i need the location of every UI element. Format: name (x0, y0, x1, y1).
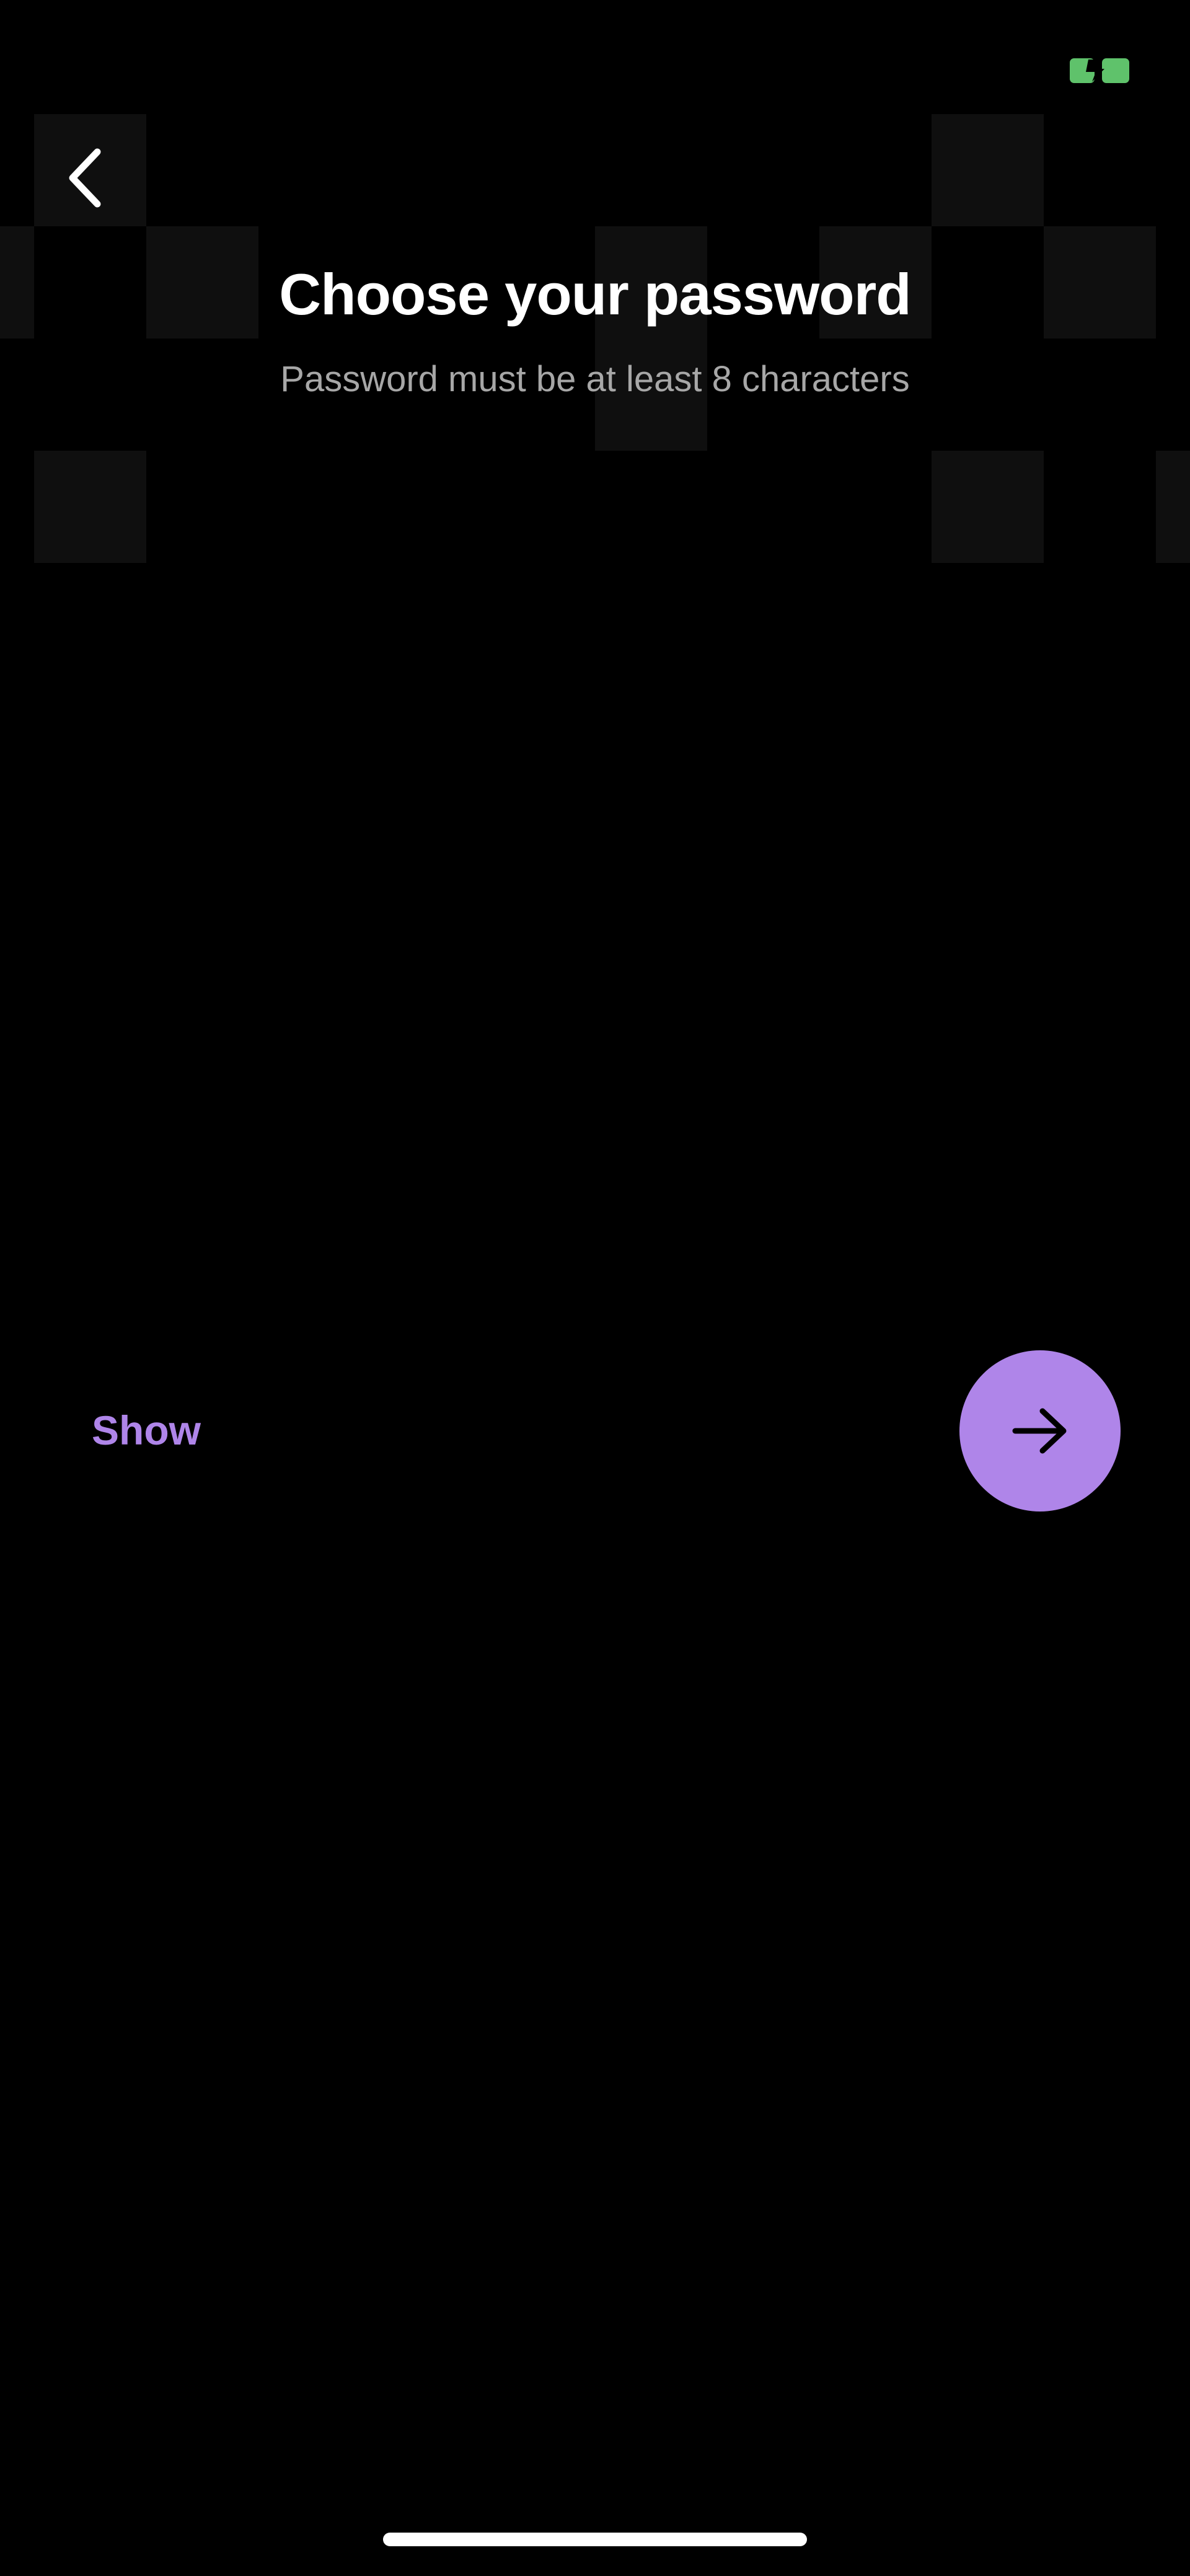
password-screen: Choose your password Password must be at… (0, 0, 1190, 2576)
home-indicator[interactable] (383, 2533, 807, 2546)
chevron-left-icon (69, 148, 101, 208)
page-title: Choose your password (279, 262, 911, 327)
back-button[interactable] (50, 131, 124, 224)
password-input[interactable] (87, 1333, 923, 1407)
arrow-right-icon (1012, 1408, 1067, 1454)
pattern-tile (1156, 451, 1190, 563)
pattern-tile (932, 114, 1044, 226)
show-password-toggle[interactable]: Show (92, 1402, 201, 1458)
pattern-tile (932, 451, 1044, 563)
pattern-tile (34, 451, 146, 563)
next-button[interactable] (959, 1350, 1121, 1512)
battery-charging-icon (1070, 58, 1129, 83)
page-subtitle: Password must be at least 8 characters (280, 359, 910, 399)
